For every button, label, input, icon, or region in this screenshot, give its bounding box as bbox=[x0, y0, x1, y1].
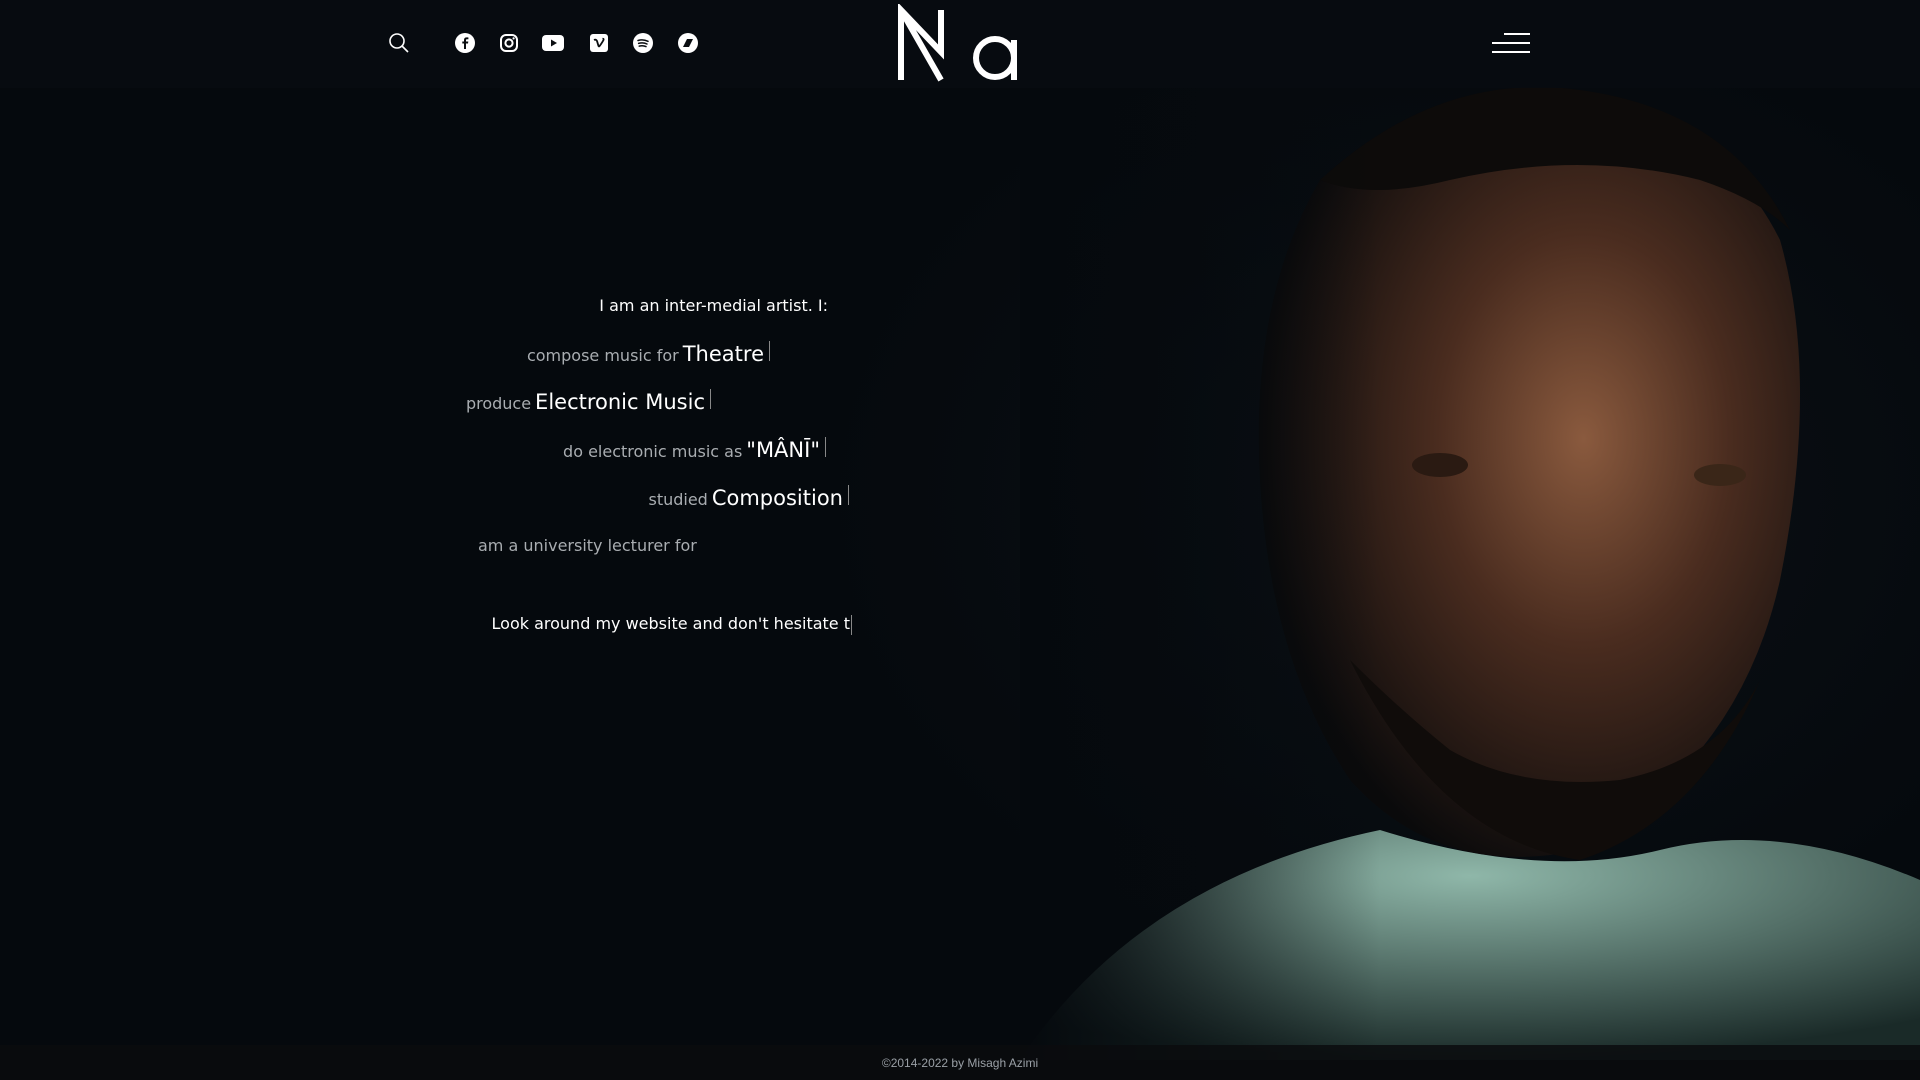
row-highlight: "MÂNĪ" bbox=[746, 438, 820, 462]
row-prefix: do electronic music as bbox=[563, 442, 743, 461]
typing-caret bbox=[825, 437, 826, 457]
hero-background bbox=[0, 0, 1920, 1080]
intro-row-mani: do electronic music as "MÂNĪ" bbox=[563, 437, 826, 462]
typing-caret bbox=[710, 389, 711, 409]
copyright-text: ©2014-2022 by Misagh Azimi bbox=[881, 1055, 1039, 1070]
outro-text: Look around my website and don't hesitat… bbox=[492, 614, 852, 635]
row-prefix: produce bbox=[465, 394, 532, 413]
row-highlight: Electronic Music bbox=[535, 390, 705, 414]
intro-row-theatre: compose music for Theatre bbox=[527, 341, 770, 366]
facebook-icon[interactable] bbox=[452, 30, 478, 56]
intro-row-lecturer: am a university lecturer for bbox=[478, 536, 701, 555]
portrait-image bbox=[1020, 60, 1920, 1060]
row-highlight: Theatre bbox=[682, 342, 764, 366]
row-prefix: am a university lecturer for bbox=[478, 536, 697, 555]
site-header bbox=[0, 0, 1920, 88]
youtube-icon[interactable] bbox=[540, 30, 566, 56]
typing-caret bbox=[851, 614, 852, 635]
site-logo[interactable] bbox=[895, 4, 1025, 84]
instagram-icon[interactable] bbox=[496, 30, 522, 56]
spotify-icon[interactable] bbox=[630, 30, 656, 56]
vimeo-icon[interactable] bbox=[586, 30, 612, 56]
intro-row-electronic-music: produce Electronic Music bbox=[466, 389, 711, 414]
site-footer: ©2014-2022 by Misagh Azimi bbox=[0, 1045, 1920, 1080]
typing-caret bbox=[848, 485, 849, 505]
intro-text: I am an inter-medial artist. I: bbox=[599, 296, 828, 315]
hamburger-menu-icon[interactable] bbox=[1490, 30, 1530, 56]
search-icon[interactable] bbox=[386, 30, 412, 56]
row-prefix: studied bbox=[648, 490, 708, 509]
outro-label: Look around my website and don't hesitat… bbox=[491, 614, 850, 633]
intro-row-composition: studied Composition bbox=[648, 485, 849, 510]
typing-caret bbox=[769, 341, 770, 361]
row-prefix: compose music for bbox=[526, 346, 679, 365]
bandcamp-icon[interactable] bbox=[675, 30, 701, 56]
row-highlight: Composition bbox=[711, 486, 843, 510]
